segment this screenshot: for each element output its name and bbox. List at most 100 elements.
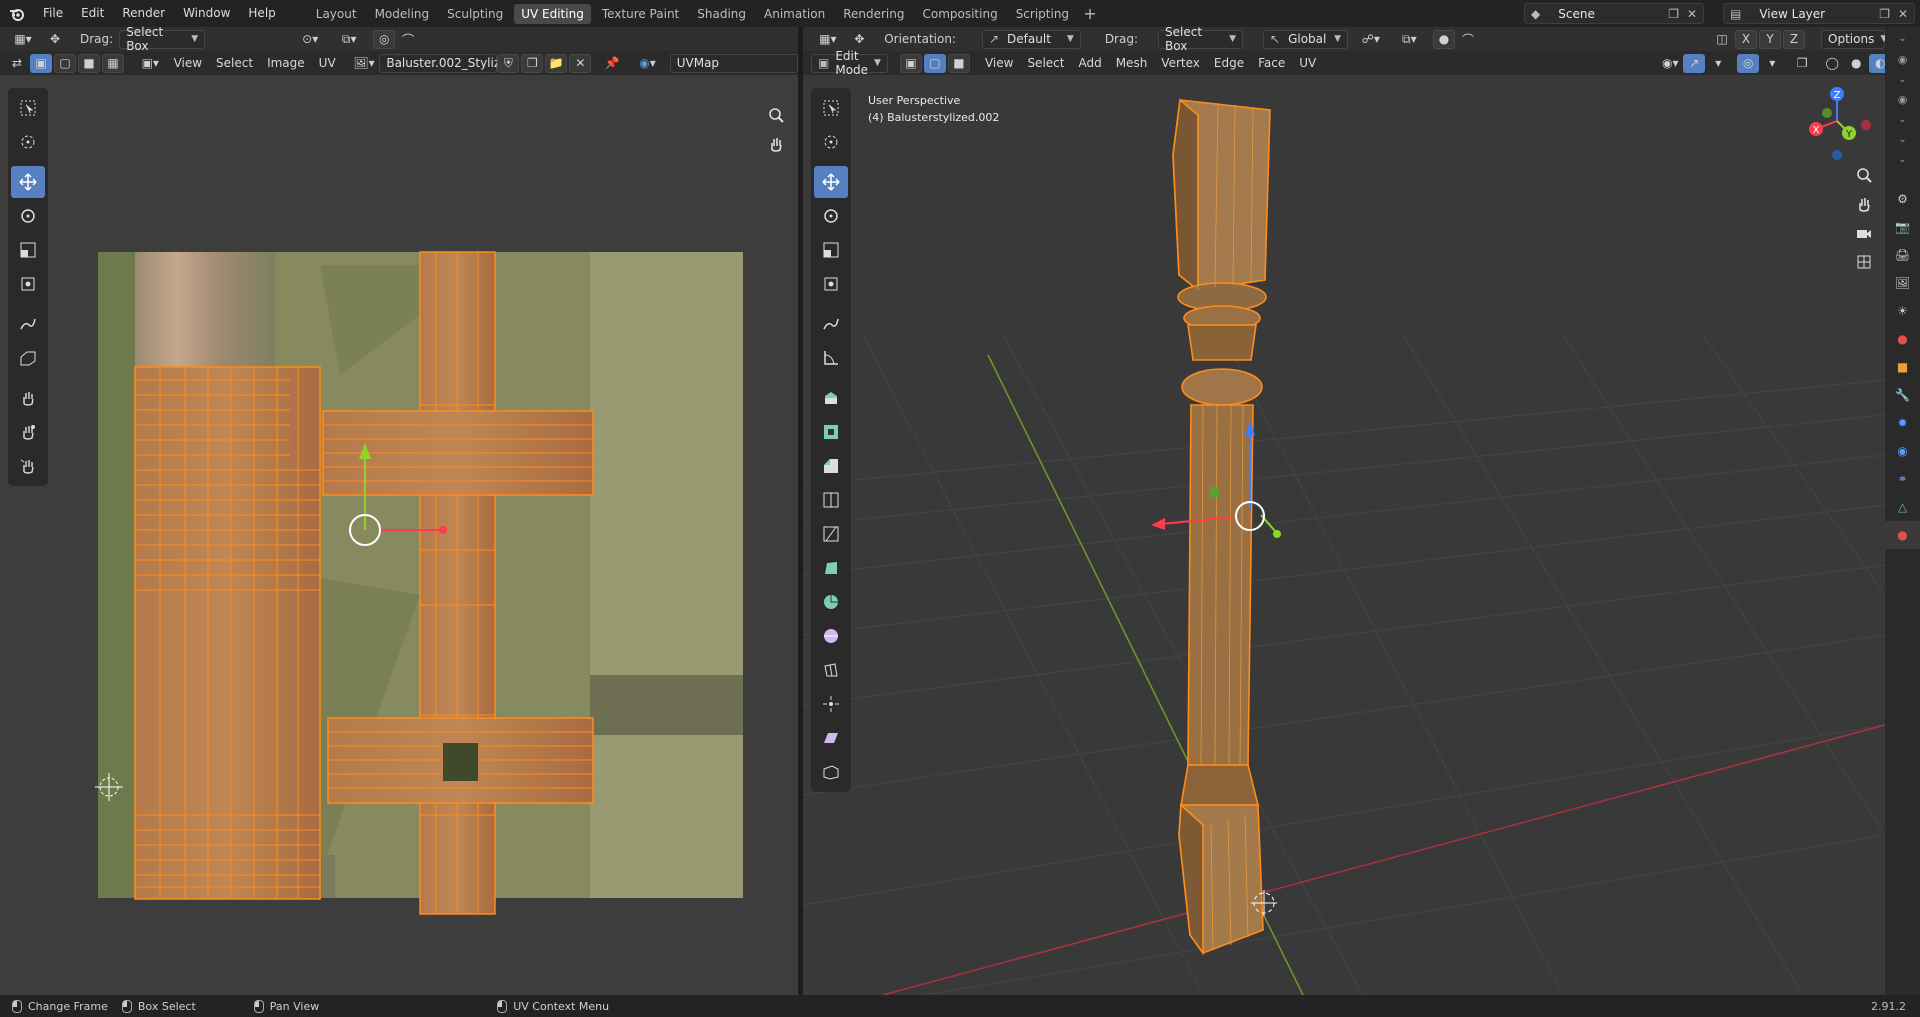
- pinch-tool-icon[interactable]: [11, 450, 45, 482]
- spin-tool-icon[interactable]: [814, 586, 848, 618]
- vp-menu-mesh[interactable]: Mesh: [1109, 56, 1155, 70]
- gizmo-toggle-icon[interactable]: ↗: [1683, 53, 1706, 73]
- collapse-icon[interactable]: ⌄: [1885, 149, 1920, 169]
- nav-neg-y-axis[interactable]: [1822, 108, 1832, 118]
- vp-menu-view[interactable]: View: [978, 56, 1020, 70]
- scene-properties-icon[interactable]: ☀: [1885, 297, 1920, 325]
- delete-scene-icon[interactable]: ✕: [1687, 7, 1697, 21]
- proportional-edit-icon[interactable]: ●: [1433, 29, 1456, 49]
- smooth-tool-icon[interactable]: [814, 620, 848, 652]
- mesh-data-properties-icon[interactable]: △: [1885, 493, 1920, 521]
- new-view-layer-icon[interactable]: ❐: [1879, 7, 1890, 21]
- cursor-tool-icon[interactable]: [814, 126, 848, 158]
- shear-tool-icon[interactable]: [814, 722, 848, 754]
- mode-dropdown[interactable]: ▣ Edit Mode ▼: [811, 49, 888, 77]
- visibility-eye-icon[interactable]: ◉: [1885, 89, 1920, 109]
- tab-uv-editing[interactable]: UV Editing: [514, 3, 591, 24]
- rip-region-tool-icon[interactable]: [11, 342, 45, 374]
- collapse-icon[interactable]: ⌄: [1885, 69, 1920, 89]
- sync-selection-icon[interactable]: ⇄: [6, 54, 28, 73]
- falloff-icon[interactable]: ⌒: [397, 30, 419, 49]
- proportional-edit-icon[interactable]: ◎: [373, 29, 396, 49]
- gizmo-menu-icon[interactable]: ▾: [1707, 54, 1729, 73]
- visibility-eye-icon[interactable]: ◉: [1885, 49, 1920, 69]
- object-properties-icon[interactable]: ■: [1885, 353, 1920, 381]
- edge-select-icon[interactable]: ▢: [923, 53, 946, 73]
- scale-tool-icon[interactable]: [814, 234, 848, 266]
- menu-file[interactable]: File: [34, 0, 72, 27]
- cursor-tool-icon[interactable]: [11, 126, 45, 158]
- view-layer-selector[interactable]: ▤ View Layer ❐ ✕: [1723, 3, 1915, 24]
- output-properties-icon[interactable]: 🖨: [1885, 241, 1920, 269]
- image-name-field[interactable]: Baluster.002_Styliz...: [379, 53, 512, 73]
- uv-overlay-icon[interactable]: ◉ ▾: [631, 54, 663, 73]
- tab-sculpting[interactable]: Sculpting: [440, 4, 510, 24]
- transform-space-dropdown[interactable]: ↖ Global ▼: [1263, 29, 1349, 49]
- render-properties-icon[interactable]: 📷: [1885, 213, 1920, 241]
- viewport-scene[interactable]: Z X Y: [802, 75, 1886, 996]
- y-axis-handle-icon[interactable]: [1273, 530, 1281, 538]
- pan-view-hand-icon[interactable]: [763, 131, 789, 157]
- tab-rendering[interactable]: Rendering: [836, 4, 911, 24]
- add-workspace-icon[interactable]: +: [1080, 4, 1100, 23]
- vertex-select-icon[interactable]: ▣: [30, 53, 52, 73]
- mirror-y-toggle[interactable]: Y: [1759, 29, 1782, 49]
- mirror-z-toggle[interactable]: Z: [1783, 29, 1806, 49]
- orientation-dropdown[interactable]: ↗ Default ▼: [981, 29, 1081, 49]
- menu-help[interactable]: Help: [239, 0, 284, 27]
- pivot-point-icon[interactable]: ☍▾: [1356, 30, 1386, 49]
- perspective-toggle-icon[interactable]: [1851, 249, 1877, 275]
- particles-properties-icon[interactable]: ✸: [1885, 409, 1920, 437]
- x-axis-handle-icon[interactable]: [439, 526, 447, 534]
- collapse-icon[interactable]: ⌄: [1885, 109, 1920, 129]
- tab-shading[interactable]: Shading: [690, 4, 753, 24]
- uv-island-column[interactable]: [134, 366, 321, 900]
- zoom-view-icon[interactable]: [1851, 162, 1877, 188]
- face-select-icon[interactable]: ■: [947, 53, 970, 73]
- uv-menu-image[interactable]: Image: [260, 56, 312, 70]
- zoom-view-icon[interactable]: [763, 102, 789, 128]
- x-axis-arrow-icon[interactable]: [1151, 518, 1165, 530]
- plane-handle-icon[interactable]: [1209, 487, 1219, 497]
- relax-tool-icon[interactable]: [11, 416, 45, 448]
- baluster-shaft[interactable]: [1187, 404, 1254, 766]
- rotate-tool-icon[interactable]: [814, 200, 848, 232]
- collapse-icon[interactable]: ⌄: [1885, 129, 1920, 149]
- visibility-eye-icon[interactable]: ◉▾: [1659, 54, 1681, 73]
- tab-animation[interactable]: Animation: [757, 4, 832, 24]
- move-tool-icon[interactable]: [11, 166, 45, 198]
- uv-menu-select[interactable]: Select: [209, 56, 260, 70]
- annotate-tool-icon[interactable]: [11, 308, 45, 340]
- delete-view-layer-icon[interactable]: ✕: [1898, 7, 1908, 21]
- face-select-icon[interactable]: ■: [78, 53, 100, 73]
- pin-icon[interactable]: 📌: [601, 54, 623, 73]
- scene-selector[interactable]: ◆ Scene ❐ ✕: [1524, 3, 1704, 24]
- outliner-collapse-icon[interactable]: ⌄: [1885, 27, 1920, 49]
- overlays-toggle-icon[interactable]: ◎: [1737, 53, 1760, 73]
- wireframe-shading-icon[interactable]: ◯: [1821, 54, 1843, 73]
- tab-modeling[interactable]: Modeling: [368, 4, 437, 24]
- select-box-tool-icon[interactable]: [814, 92, 848, 124]
- annotate-tool-icon[interactable]: [814, 308, 848, 340]
- viewport-canvas[interactable]: Z X Y User Perspective (4) Balusterstyli…: [802, 75, 1886, 996]
- menu-edit[interactable]: Edit: [72, 0, 113, 27]
- poly-build-tool-icon[interactable]: [814, 552, 848, 584]
- vp-menu-edge[interactable]: Edge: [1207, 56, 1251, 70]
- inset-tool-icon[interactable]: [814, 416, 848, 448]
- vp-menu-select[interactable]: Select: [1020, 56, 1071, 70]
- move-tool-icon[interactable]: [814, 166, 848, 198]
- grab-tool-icon[interactable]: [11, 382, 45, 414]
- snap-icon[interactable]: ⧉▾: [1388, 30, 1431, 49]
- vp-menu-add[interactable]: Add: [1071, 56, 1108, 70]
- island-select-icon[interactable]: ▦: [102, 53, 124, 73]
- options-dropdown[interactable]: Options ▼: [1821, 29, 1887, 49]
- scale-tool-icon[interactable]: [11, 234, 45, 266]
- transform-tool-icon[interactable]: [11, 268, 45, 300]
- camera-view-icon[interactable]: [1851, 220, 1877, 246]
- nav-neg-x-axis[interactable]: [1861, 120, 1871, 130]
- bevel-tool-icon[interactable]: [814, 450, 848, 482]
- uvmap-field[interactable]: UVMap: [669, 53, 798, 73]
- fake-user-shield-icon[interactable]: ⛨: [497, 53, 520, 73]
- solid-shading-icon[interactable]: ●: [1845, 54, 1867, 73]
- editor-type-icon[interactable]: ▦▾: [8, 30, 38, 49]
